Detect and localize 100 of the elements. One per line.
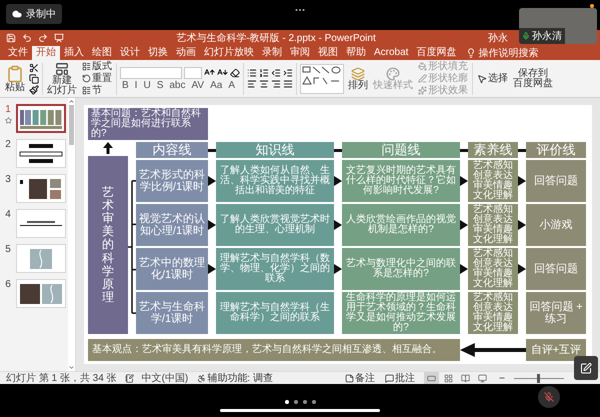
slider-thumb[interactable] <box>536 374 540 382</box>
column-header: 素养线 <box>468 142 518 158</box>
ribbon-tab[interactable]: 审阅 <box>286 46 314 60</box>
microphone-button[interactable] <box>538 386 560 408</box>
align-left-icon[interactable] <box>247 79 257 89</box>
pen-icon <box>418 74 427 83</box>
column-header: 问题线 <box>342 142 460 158</box>
slide-number: 5 <box>5 244 11 255</box>
literacy-cell: 艺术感知 创意表达 审美情趣 文化理解 <box>468 160 518 202</box>
font-format-button[interactable]: abc <box>167 80 188 90</box>
content-cell: 艺术中的数理化/1课时 <box>136 248 208 290</box>
scroll-up-icon[interactable] <box>68 98 75 105</box>
column-header: 评价线 <box>526 142 586 158</box>
ribbon-tab[interactable]: 帮助 <box>342 46 370 60</box>
edit-icon <box>580 362 592 374</box>
normal-view-icon <box>427 374 436 382</box>
ribbon-tab[interactable]: 动画 <box>172 46 200 60</box>
ribbon-tab[interactable]: 设计 <box>116 46 144 60</box>
font-format-button[interactable]: AV <box>189 80 206 90</box>
arrange-button[interactable]: 排列 <box>347 66 369 90</box>
page-dot[interactable] <box>294 400 298 404</box>
slide-option-button[interactable]: 重置 <box>81 73 113 84</box>
scroll-down-icon[interactable] <box>68 364 75 371</box>
ribbon-tab[interactable]: 切换 <box>144 46 172 60</box>
ribbon-tab[interactable]: 文件 <box>4 46 32 60</box>
ribbon-tab[interactable]: 视图 <box>314 46 342 60</box>
notes-button[interactable]: 备注 <box>344 372 376 384</box>
slide-number: 1 <box>5 104 11 115</box>
language-label[interactable]: 中文(中国) <box>142 371 188 385</box>
align-center-icon[interactable] <box>259 79 269 89</box>
paint-bucket-icon <box>418 62 427 71</box>
font-name-field[interactable] <box>120 66 182 78</box>
slide-count: 幻灯片 第 1 张，共 34 张 <box>6 372 117 385</box>
page-dot[interactable] <box>302 400 306 404</box>
indent-icon[interactable] <box>271 68 281 78</box>
comments-button[interactable]: 批注 <box>384 372 416 384</box>
indent-icon[interactable] <box>283 68 293 78</box>
ribbon-tab[interactable]: 开始 <box>32 46 60 60</box>
save-icon[interactable] <box>6 32 16 42</box>
font-format-button[interactable]: B <box>120 80 131 90</box>
cut-icon[interactable] <box>29 62 39 72</box>
ribbon-tab[interactable]: 幻灯片放映 <box>200 46 258 60</box>
summary-bar: 基本观点：艺术审美具有科学原理，艺术与自然科学之间相互渗透、相互融合。 <box>88 339 460 361</box>
font-size-field[interactable] <box>184 66 202 78</box>
numbering-icon[interactable] <box>259 68 269 78</box>
evaluation-cell: 回答问题 <box>526 160 586 202</box>
grow-font-icon[interactable] <box>204 67 215 78</box>
layout-icon <box>82 62 91 71</box>
font-format-button[interactable]: A <box>226 80 237 90</box>
ribbon-tab[interactable]: 绘图 <box>88 46 116 60</box>
ribbon-tab[interactable]: 插入 <box>60 46 88 60</box>
bullets-icon[interactable] <box>247 68 257 78</box>
slide-number: 3 <box>5 174 11 185</box>
accessibility-icon <box>197 374 206 382</box>
notes-icon <box>345 374 354 382</box>
font-format-button[interactable]: I <box>132 80 140 90</box>
scrollbar[interactable] <box>68 98 75 371</box>
user-name: 孙永 <box>488 32 508 44</box>
save-to-cloud-button[interactable]: 保存到 百度网盘 <box>512 68 554 88</box>
shrink-font-icon[interactable] <box>217 67 228 78</box>
column-header: 内容线 <box>136 142 208 158</box>
evaluation-cell: 回答问题 + 练习 <box>526 292 586 334</box>
redo-icon[interactable] <box>38 32 48 42</box>
view-button[interactable] <box>424 372 439 384</box>
ribbon-tab[interactable]: Acrobat <box>370 46 412 60</box>
font-format-button[interactable]: U <box>141 80 153 90</box>
slide-number: 4 <box>5 209 11 220</box>
evaluation-cell: 回答问题 <box>526 248 586 290</box>
page-dot[interactable] <box>312 400 316 404</box>
content-cell: 艺术与生命科学/1课时 <box>136 292 208 334</box>
knowledge-cell: 了解人类欣赏视觉艺术时的生理、心理机制 <box>216 204 334 246</box>
page-dot[interactable] <box>284 400 288 404</box>
select-button[interactable]: 选择 <box>476 73 509 84</box>
slide-option-button[interactable]: 节 <box>81 85 113 96</box>
eraser-icon[interactable] <box>230 68 240 78</box>
edit-button[interactable] <box>574 356 598 380</box>
undo-icon[interactable] <box>22 32 32 42</box>
paintbrush-icon[interactable] <box>29 84 39 94</box>
book-icon <box>461 374 470 382</box>
notes-icon[interactable] <box>124 374 134 382</box>
presentation-icon[interactable] <box>54 32 64 42</box>
ribbon-tab[interactable]: 录制 <box>258 46 286 60</box>
copy-icon[interactable] <box>29 74 39 84</box>
align-right-icon[interactable] <box>271 79 281 89</box>
status-dot <box>590 4 594 8</box>
column-header: 知识线 <box>216 142 334 158</box>
slide-number: 2 <box>5 139 11 150</box>
slide-option-button[interactable]: 版式 <box>81 61 113 72</box>
font-format-button[interactable]: S <box>154 80 166 90</box>
ribbon-tab[interactable]: 百度网盘 <box>412 46 460 60</box>
search-field[interactable]: 操作说明搜索 <box>466 46 538 60</box>
slide-thumbnail[interactable] <box>16 104 66 133</box>
font-format-button[interactable]: Aa <box>208 80 224 90</box>
evaluation-cell: 小游戏 <box>526 204 586 246</box>
justify-icon[interactable] <box>283 79 293 89</box>
shapes-gallery-drawing[interactable] <box>300 64 344 94</box>
accessibility-button[interactable]: 辅助功能: 调查 <box>196 372 274 384</box>
new-slide-button[interactable]: 新建 幻灯片 <box>46 62 78 96</box>
window-title: 艺术与生命科学-教研版 - 2.pptx - PowerPoint <box>175 32 377 44</box>
paste-button[interactable]: 粘贴 <box>4 64 26 92</box>
